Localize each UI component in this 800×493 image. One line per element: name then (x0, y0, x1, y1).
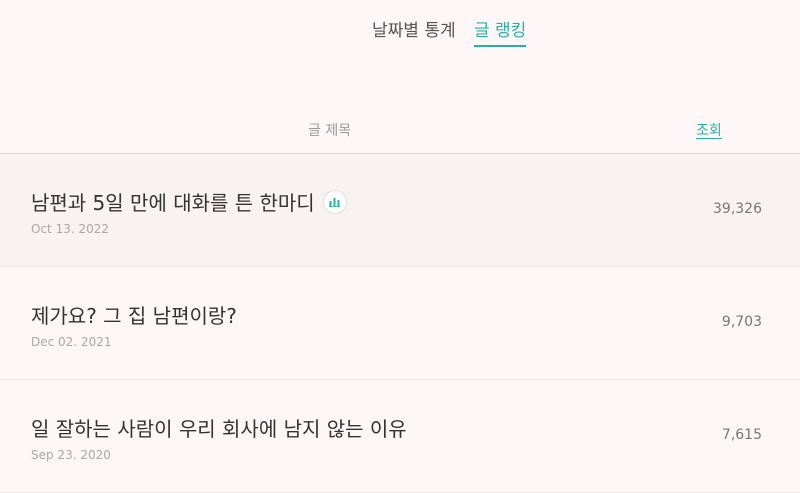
view-count: 9,703 (721, 314, 762, 330)
tab-post-ranking[interactable]: 글 랭킹 (474, 18, 527, 47)
table-row[interactable]: 남편과 5일 만에 대화를 튼 한마디 Oct 13. 2022 39,326 (0, 154, 800, 267)
table-row[interactable]: 일 잘하는 사람이 우리 회사에 남지 않는 이유 Sep 23. 2020 7… (0, 380, 800, 493)
post-title[interactable]: 제가요? 그 집 남편이랑? (31, 300, 237, 329)
column-header-views-sort[interactable]: 조회 (696, 120, 722, 140)
post-title[interactable]: 일 잘하는 사람이 우리 회사에 남지 않는 이유 (31, 413, 407, 442)
post-title-container: 제가요? 그 집 남편이랑? (31, 300, 237, 329)
post-title[interactable]: 남편과 5일 만에 대화를 튼 한마디 (31, 187, 315, 216)
post-date: Sep 23. 2020 (31, 448, 111, 462)
post-title-container: 남편과 5일 만에 대화를 튼 한마디 (31, 187, 347, 216)
post-title-container: 일 잘하는 사람이 우리 회사에 남지 않는 이유 (31, 413, 407, 442)
post-date: Oct 13. 2022 (31, 222, 109, 236)
tab-daily-stats[interactable]: 날짜별 통계 (372, 18, 456, 44)
stats-chart-icon[interactable] (322, 189, 347, 214)
column-header-title: 글 제목 (308, 123, 352, 139)
view-count: 39,326 (713, 201, 762, 217)
table-row[interactable]: 제가요? 그 집 남편이랑? Dec 02. 2021 9,703 (0, 267, 800, 380)
post-date: Dec 02. 2021 (31, 335, 112, 349)
tab-bar: 날짜별 통계 글 랭킹 (0, 18, 800, 48)
table-header: 글 제목 조회 (0, 112, 800, 154)
view-count: 7,615 (721, 427, 762, 443)
